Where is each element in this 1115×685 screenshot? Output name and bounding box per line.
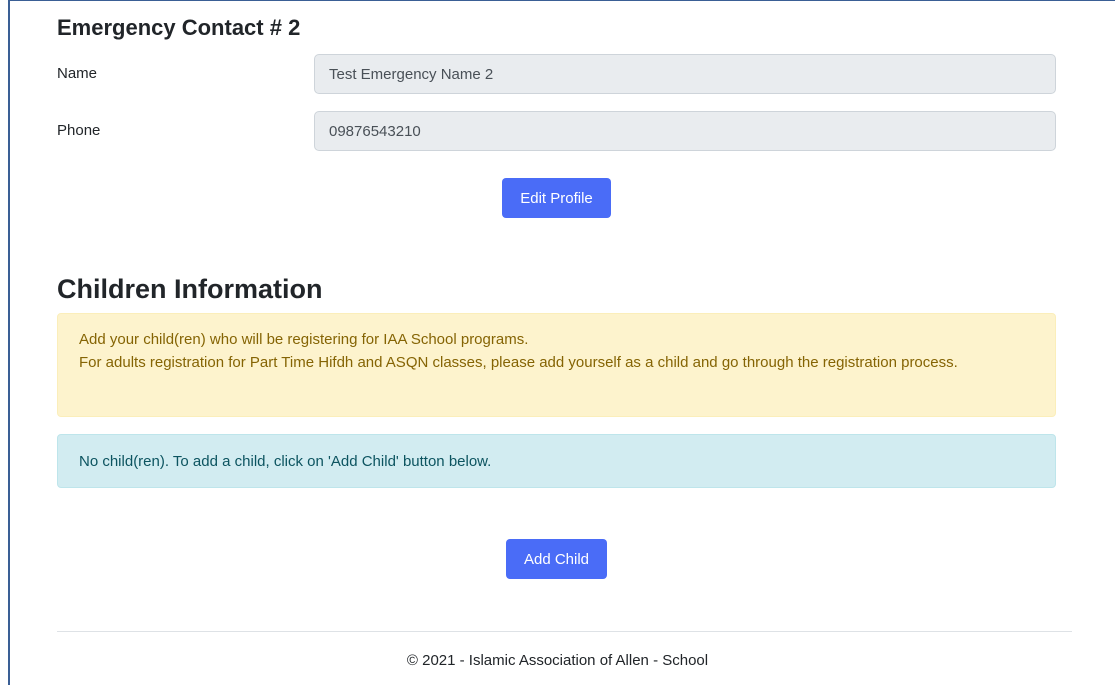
add-child-button[interactable]: Add Child [506, 539, 607, 579]
registration-notice-line-1: Add your child(ren) who will be register… [79, 331, 529, 348]
footer-divider [57, 631, 1072, 632]
emergency-phone-field[interactable] [314, 111, 1056, 151]
window-frame-left [8, 0, 10, 685]
footer-copyright: © 2021 - Islamic Association of Allen - … [406, 652, 709, 669]
name-label: Name [57, 65, 98, 82]
phone-label: Phone [57, 122, 101, 139]
registration-notice: Add your child(ren) who will be register… [57, 313, 1056, 417]
children-information-heading: Children Information [57, 274, 323, 304]
no-children-message: No child(ren). To add a child, click on … [57, 434, 1056, 488]
window-frame-top [8, 0, 1115, 1]
emergency-contact-heading: Emergency Contact # 2 [57, 15, 301, 40]
emergency-name-field[interactable] [314, 54, 1056, 94]
registration-notice-line-2: For adults registration for Part Time Hi… [79, 354, 958, 371]
edit-profile-button[interactable]: Edit Profile [502, 178, 611, 218]
